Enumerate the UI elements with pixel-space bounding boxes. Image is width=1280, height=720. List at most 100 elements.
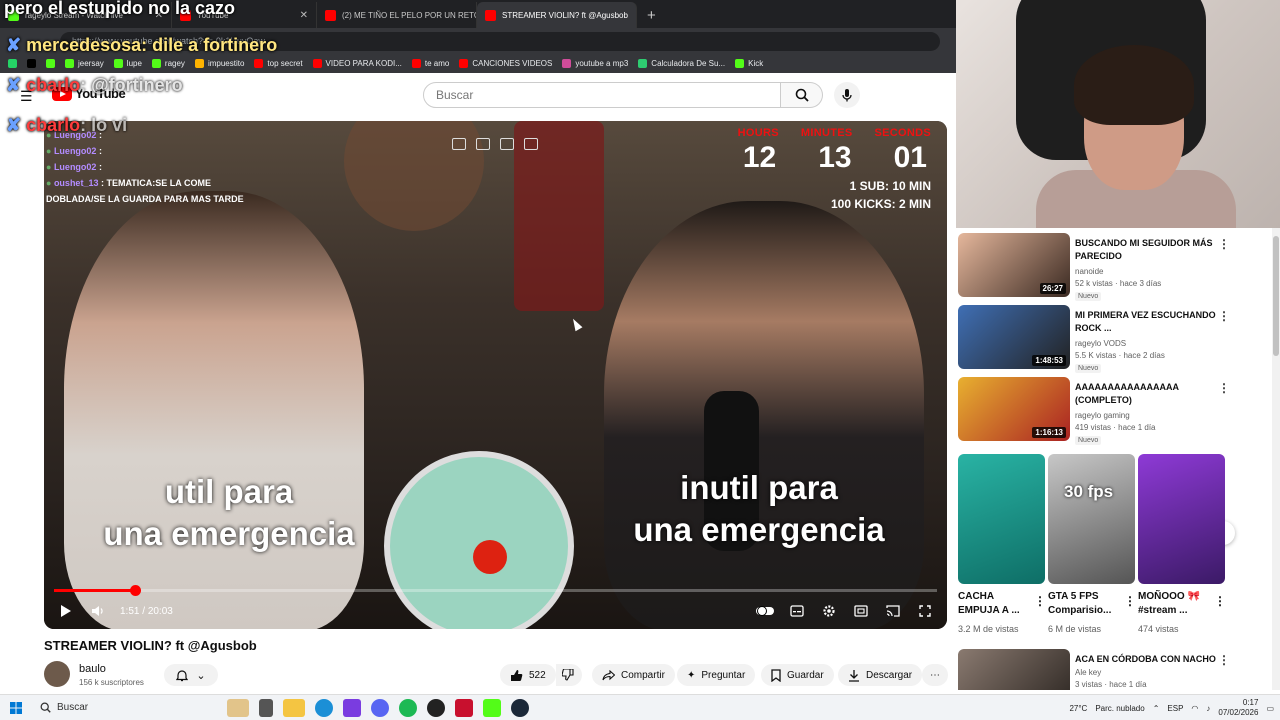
short-thumbnail[interactable]: 30 fps — [1048, 454, 1135, 584]
more-icon: ⋯ — [930, 669, 940, 681]
captions-button[interactable] — [781, 595, 813, 627]
edge-icon[interactable] — [315, 698, 333, 717]
short-thumbnail[interactable] — [1138, 454, 1225, 584]
more-actions-button[interactable]: ⋯ — [922, 664, 948, 686]
video-thumbnail[interactable] — [958, 649, 1070, 690]
recommended-video[interactable]: 1:16:13 AAAAAAAAAAAAAAAA (COMPLETO) rageyl… — [958, 377, 1270, 445]
language-indicator[interactable]: ESP — [1167, 704, 1183, 713]
autoplay-toggle[interactable] — [749, 595, 781, 627]
notification-button[interactable]: ⌄ — [164, 664, 218, 686]
volume-icon[interactable]: ♪ — [1206, 704, 1210, 713]
obs-icon[interactable] — [427, 698, 445, 717]
bookmark-item[interactable]: impuestito — [194, 59, 244, 68]
video-meta: 5.5 K vistas · hace 2 días — [1075, 351, 1165, 360]
voicemeeter-icon[interactable] — [455, 698, 473, 717]
bookmark-item[interactable]: youtube a mp3 — [562, 59, 628, 68]
download-button[interactable]: Descargar — [838, 664, 923, 686]
spotify-icon[interactable] — [399, 698, 417, 717]
miniplayer-icon[interactable] — [452, 138, 466, 150]
bookmark-item[interactable]: jeersay — [65, 59, 104, 68]
video-thumbnail[interactable]: 1:48:53 — [958, 305, 1070, 369]
miniplayer-button[interactable] — [845, 595, 877, 627]
taskbar-search[interactable]: Buscar — [32, 702, 222, 713]
weather-temp[interactable]: 27°C — [1069, 704, 1087, 713]
video-channel[interactable]: Ale key — [1075, 668, 1101, 677]
bookmark-item[interactable]: lupe — [113, 59, 142, 68]
video-title[interactable]: ACA EN CÓRDOBA CON NACHO — [1075, 653, 1225, 666]
video-channel[interactable]: rageylo VODS — [1075, 339, 1126, 348]
wifi-icon[interactable]: ◠ — [1191, 704, 1198, 713]
browser-tab[interactable]: (2) ME TIÑO EL PELO POR UN RETO✕ — [317, 2, 477, 28]
video-player[interactable]: ● Luengo02 : ● Luengo02 : ● Luengo02 : ● ou… — [44, 121, 947, 629]
progress-bar[interactable] — [54, 585, 937, 596]
bookmark-item[interactable] — [8, 59, 17, 68]
more-vert-icon[interactable]: ⋮ — [1218, 237, 1230, 251]
app-icon[interactable] — [343, 698, 361, 717]
dislike-button[interactable] — [556, 664, 582, 686]
bookmark-item[interactable]: Calculadora De Su... — [638, 59, 725, 68]
clock[interactable]: 0:17 07/02/2026 — [1218, 698, 1258, 718]
video-thumbnail[interactable]: 26:27 — [958, 233, 1070, 297]
play-button[interactable] — [50, 595, 82, 627]
share-button[interactable]: Compartir — [592, 664, 675, 686]
bookmark-item[interactable]: VIDEO PARA KODI... — [312, 59, 402, 68]
close-icon[interactable]: ✕ — [300, 10, 308, 21]
fullscreen-button[interactable] — [909, 595, 941, 627]
more-vert-icon[interactable]: ⋮ — [1214, 594, 1226, 608]
browser-tab[interactable]: STREAMER VIOLIN? ft @Agusbob✕ — [477, 2, 637, 28]
channel-avatar[interactable] — [44, 661, 70, 687]
more-vert-icon[interactable]: ⋮ — [1034, 594, 1046, 608]
taskbar-widget[interactable] — [227, 698, 249, 717]
translate-icon[interactable] — [524, 138, 538, 150]
task-view-icon[interactable] — [259, 698, 273, 717]
settings-button[interactable] — [813, 595, 845, 627]
video-channel[interactable]: nanoide — [1075, 267, 1103, 276]
save-button[interactable]: Guardar — [761, 664, 834, 686]
bookmark-item[interactable] — [27, 59, 36, 68]
ask-button[interactable]: ✦ Preguntar — [677, 664, 756, 686]
more-vert-icon[interactable]: ⋮ — [1218, 381, 1230, 395]
recommended-video[interactable]: ACA EN CÓRDOBA CON NACHO Ale key 3 vistas … — [958, 649, 1270, 690]
video-thumbnail[interactable]: 1:16:13 — [958, 377, 1070, 441]
channel-name[interactable]: baulo — [79, 663, 106, 675]
video-title[interactable]: MI PRIMERA VEZ ESCUCHANDO ROCK ... — [1075, 309, 1225, 335]
bookmark-label: lupe — [126, 59, 142, 68]
video-title[interactable]: BUSCANDO MI SEGUIDOR MÁS PARECIDO — [1075, 237, 1225, 263]
volume-button[interactable] — [82, 595, 114, 627]
file-explorer-icon[interactable] — [283, 698, 305, 717]
tray-chevron-icon[interactable]: ⌃ — [1153, 704, 1160, 713]
kick-icon[interactable] — [483, 698, 501, 717]
search-input[interactable]: Buscar — [423, 82, 781, 108]
screen-icon[interactable] — [476, 138, 490, 150]
voice-search-button[interactable] — [834, 82, 860, 108]
bookmark-item[interactable]: CANCIONES VIDEOS — [459, 59, 552, 68]
recommended-video[interactable]: 1:48:53 MI PRIMERA VEZ ESCUCHANDO ROCK ..… — [958, 305, 1270, 373]
start-button[interactable] — [0, 701, 32, 714]
share-label: Compartir — [621, 669, 665, 681]
more-vert-icon[interactable]: ⋮ — [1218, 309, 1230, 323]
bookmark-item[interactable]: Kick — [735, 59, 763, 68]
more-vert-icon[interactable]: ⋮ — [1218, 653, 1230, 667]
notes-icon[interactable] — [500, 138, 514, 150]
steam-icon[interactable] — [511, 698, 529, 717]
discord-icon[interactable] — [371, 698, 389, 717]
sidebar-scrollbar[interactable] — [1272, 228, 1280, 690]
recommended-video[interactable]: 26:27 BUSCANDO MI SEGUIDOR MÁS PARECIDO na… — [958, 233, 1270, 301]
new-tab-button[interactable]: + — [637, 2, 666, 28]
scrollbar-thumb[interactable] — [1273, 236, 1279, 356]
short-title[interactable]: GTA 5 FPS Comparisio... — [1048, 590, 1120, 618]
video-title[interactable]: AAAAAAAAAAAAAAAA (COMPLETO) — [1075, 381, 1225, 407]
bookmark-item[interactable] — [46, 59, 55, 68]
video-channel[interactable]: rageylo gaming — [1075, 411, 1130, 420]
bookmark-item[interactable]: te amo — [411, 59, 449, 68]
like-button[interactable]: 522 — [500, 664, 556, 686]
bookmark-item[interactable]: ragey — [151, 59, 185, 68]
short-title[interactable]: CACHA EMPUJA A ... — [958, 590, 1030, 618]
notifications-icon[interactable]: ▭ — [1266, 704, 1274, 713]
cast-button[interactable] — [877, 595, 909, 627]
short-title[interactable]: MOÑOOO 🎀 #stream ... — [1138, 590, 1210, 618]
more-vert-icon[interactable]: ⋮ — [1124, 594, 1136, 608]
bookmark-item[interactable]: top secret — [254, 59, 303, 68]
short-thumbnail[interactable] — [958, 454, 1045, 584]
search-button[interactable] — [781, 82, 823, 108]
